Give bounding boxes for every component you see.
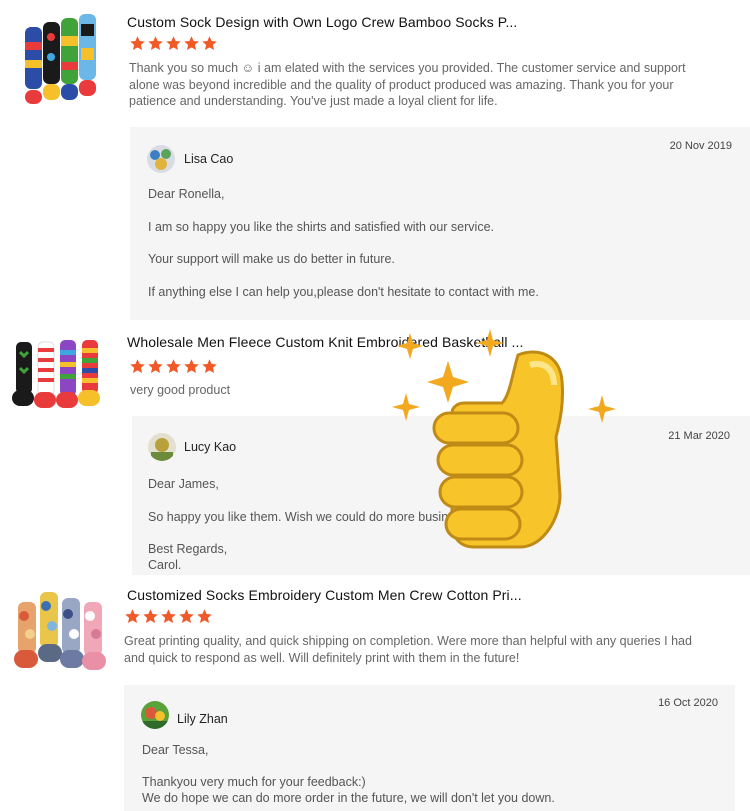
review-text: Great printing quality, and quick shippi… [124, 634, 692, 665]
star-icon [196, 608, 213, 625]
reply-text-line: We do hope we can do more order in the f… [142, 791, 555, 805]
seller-reply: Lily Zhan 16 Oct 2020 Dear Tessa, Thanky… [124, 685, 735, 811]
product-title[interactable]: Customized Socks Embroidery Custom Men C… [127, 587, 522, 603]
star-icon [124, 608, 141, 625]
reply-text-line: Thankyou very much for your feedback:) [142, 775, 366, 789]
avatar [141, 701, 169, 729]
star-rating [124, 608, 213, 625]
reply-text-line: Dear Tessa, [142, 743, 209, 757]
star-icon [160, 608, 177, 625]
star-icon [142, 608, 159, 625]
reply-author: Lily Zhan [177, 712, 228, 726]
product-thumbnail[interactable] [12, 588, 112, 678]
reply-date: 16 Oct 2020 [658, 697, 718, 709]
thumbs-up-sticker [392, 329, 616, 549]
review-card: Customized Socks Embroidery Custom Men C… [0, 0, 750, 811]
star-icon [178, 608, 195, 625]
